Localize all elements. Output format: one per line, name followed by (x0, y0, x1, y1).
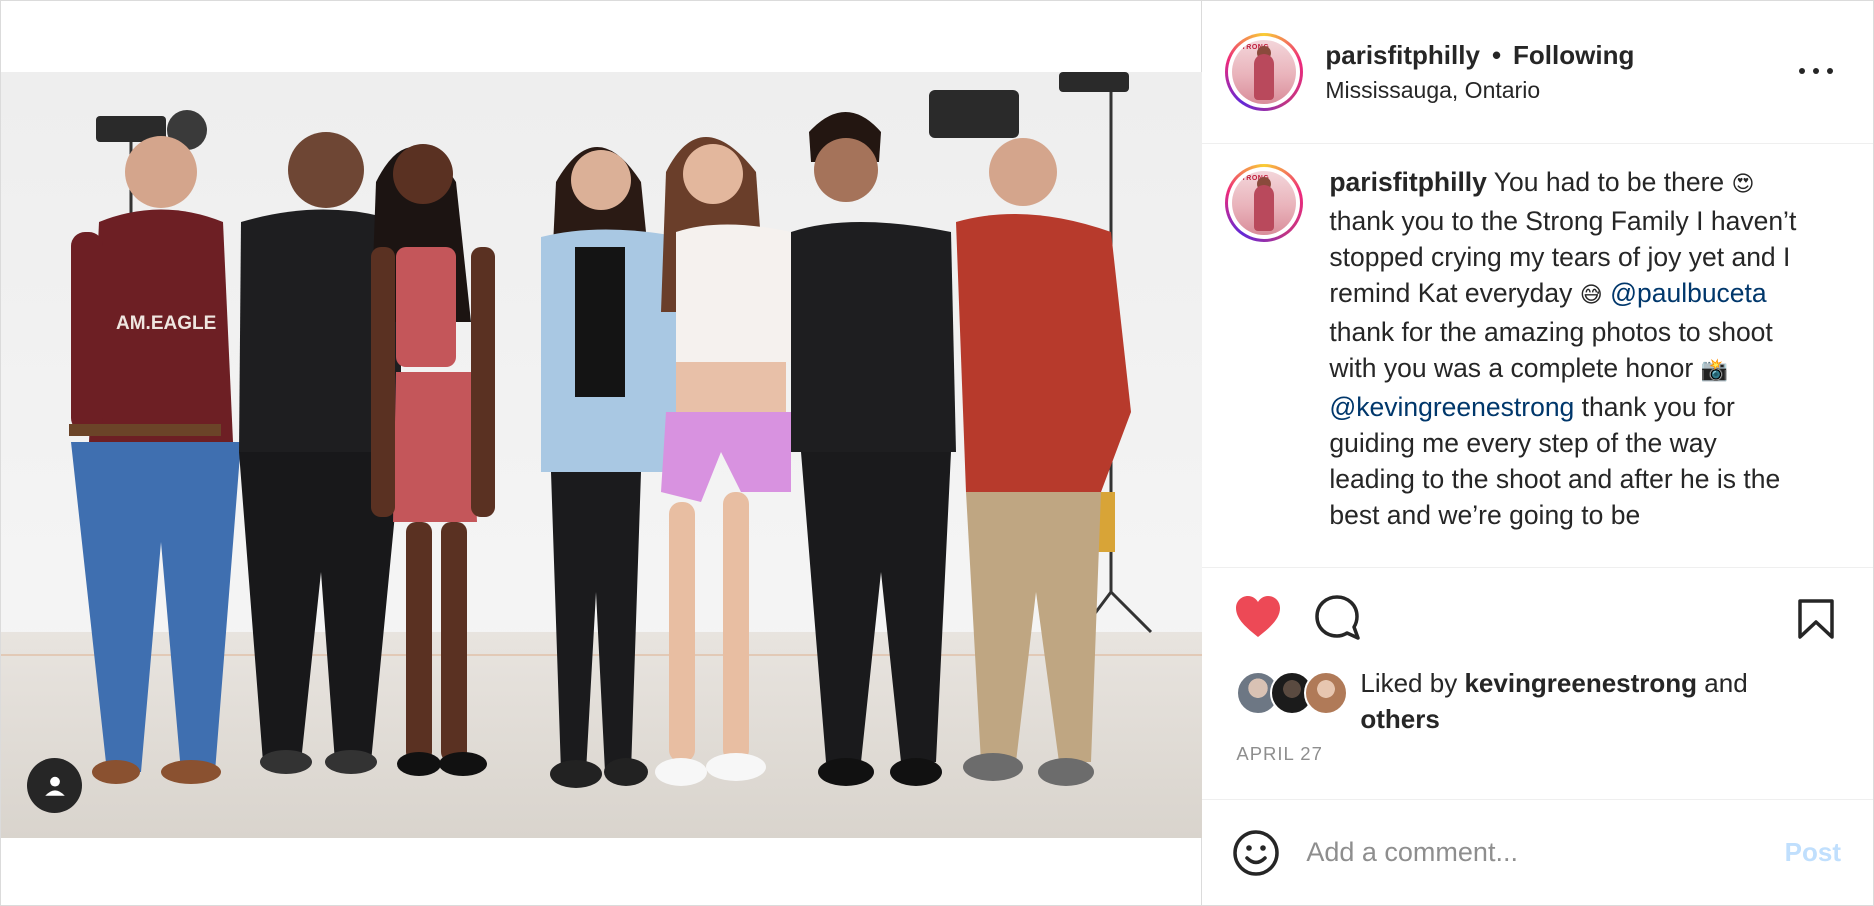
author-avatar[interactable]: STRONG (1225, 33, 1304, 111)
post-photo[interactable]: AM.EAGLE (1, 72, 1202, 838)
smile-icon[interactable] (1232, 829, 1280, 877)
separator-dot: • (1491, 40, 1502, 70)
user-tag-icon[interactable] (27, 758, 82, 813)
action-bar (1202, 568, 1873, 665)
comment-input[interactable] (1304, 836, 1779, 869)
caption-section: STRONG parisfitphilly You had to be ther… (1202, 144, 1873, 568)
sweat-smile-emoji: 😅 (1579, 283, 1603, 308)
post-header: STRONG parisfitphilly • Following Missis… (1202, 1, 1873, 144)
post-media: AM.EAGLE (1, 1, 1203, 905)
post-sidebar: STRONG parisfitphilly • Following Missis… (1202, 1, 1873, 905)
shirt-text: AM.EAGLE (116, 313, 216, 334)
likes-middle: and (1697, 668, 1748, 698)
liker-avatars[interactable] (1236, 671, 1349, 715)
author-username[interactable]: parisfitphilly (1325, 40, 1480, 71)
post-comment-button[interactable]: Post (1779, 836, 1847, 869)
caption-avatar[interactable]: STRONG (1225, 164, 1304, 242)
heart-eyes-emoji: 😍 (1731, 172, 1755, 197)
more-options-icon[interactable] (1799, 61, 1833, 81)
comment-icon[interactable] (1314, 594, 1361, 640)
likes-section: Liked by kevingreenestrong and others (1202, 665, 1873, 734)
caption-text: parisfitphilly You had to be there 😍 tha… (1329, 164, 1809, 567)
group-photo-illustration: AM.EAGLE (1, 72, 1202, 838)
mention-link[interactable]: @kevingreenestrong (1329, 392, 1574, 422)
comment-bar: Post (1202, 799, 1873, 905)
likes-prefix: Liked by (1360, 668, 1465, 698)
post-container: AM.EAGLE STRONG parisfitphilly • Followi… (0, 0, 1874, 906)
mention-link[interactable]: @paulbuceta (1610, 278, 1767, 308)
caption-part: You had to be there (1486, 167, 1732, 197)
heart-icon[interactable] (1234, 595, 1282, 639)
liker-username[interactable]: kevingreenestrong (1464, 668, 1697, 698)
post-date[interactable]: APRIL 27 (1202, 727, 1873, 773)
caption-username[interactable]: parisfitphilly (1329, 167, 1487, 197)
bookmark-icon[interactable] (1797, 598, 1835, 640)
post-location[interactable]: Mississauga, Ontario (1325, 77, 1849, 104)
liker-avatar (1304, 671, 1349, 715)
camera-flash-emoji: 📸 (1700, 358, 1728, 383)
following-button[interactable]: Following (1513, 40, 1634, 71)
